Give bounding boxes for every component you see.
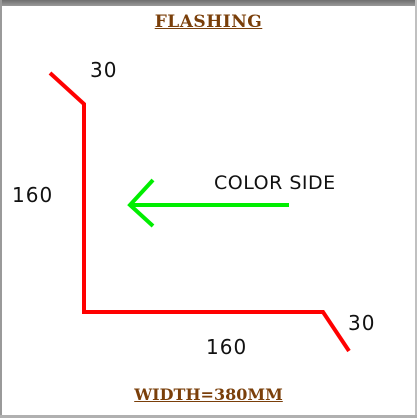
end-flange-dimension: 30 [348,311,376,335]
color-side-label: COLOR SIDE [214,172,336,194]
flashing-profile [48,71,351,353]
horizontal-leg-dimension: 160 [206,335,248,359]
drawing-frame: FLASHING 30 160 COLOR SIDE 30 160 WIDTH=… [0,0,417,418]
vertical-leg-dimension: 160 [12,183,54,207]
width-label: WIDTH=380MM [134,385,283,404]
top-flange-dimension: 30 [90,58,118,82]
